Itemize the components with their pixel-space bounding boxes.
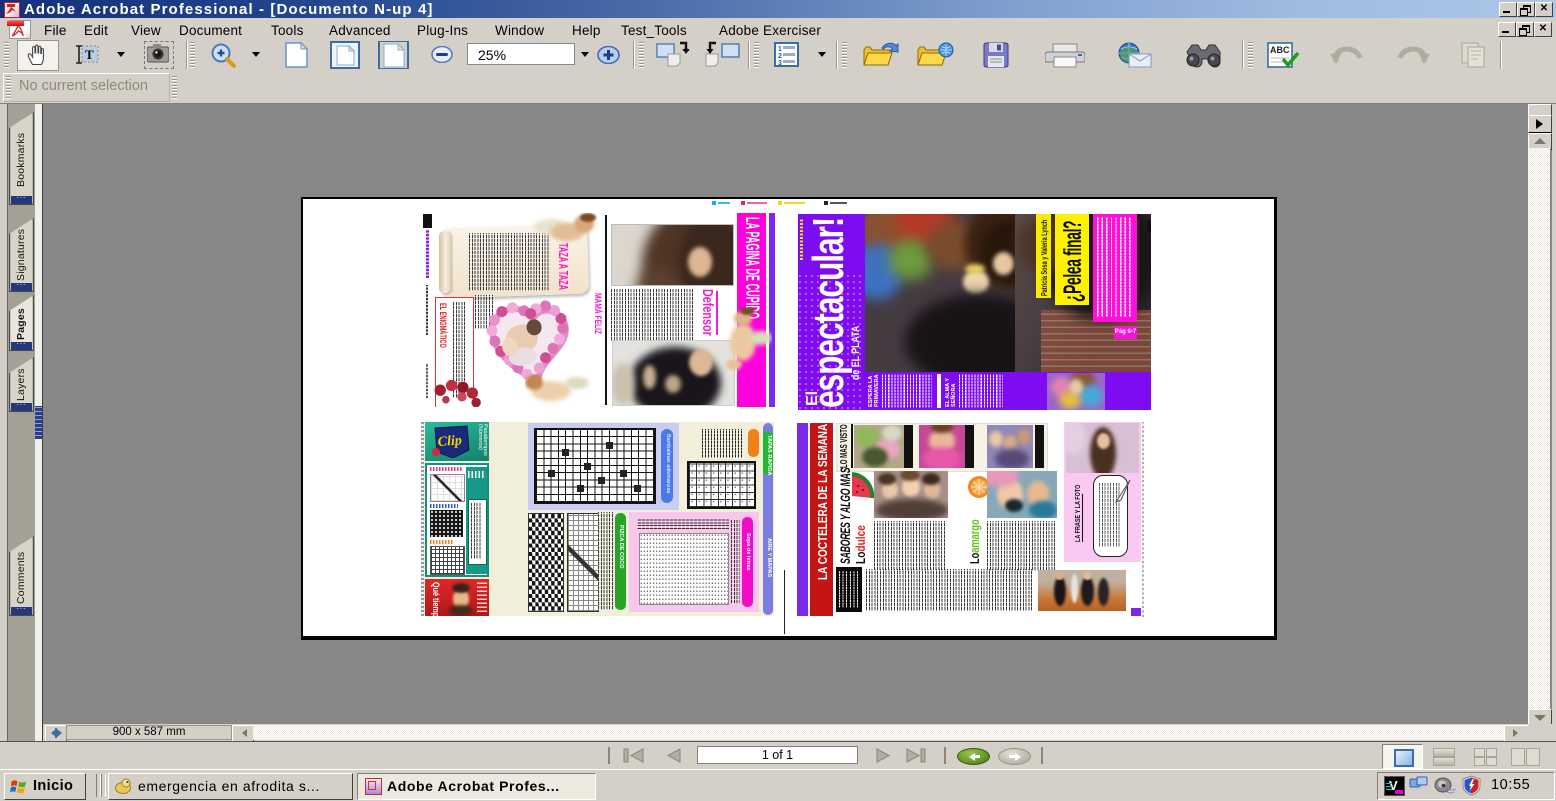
svg-text:1: 1 <box>778 46 782 53</box>
svg-text:Clip: Clip <box>437 433 462 450</box>
svg-text:3: 3 <box>778 60 782 67</box>
svg-text:ABC: ABC <box>1270 45 1290 55</box>
svg-text:T: T <box>85 47 94 62</box>
svg-text:2: 2 <box>778 53 782 60</box>
